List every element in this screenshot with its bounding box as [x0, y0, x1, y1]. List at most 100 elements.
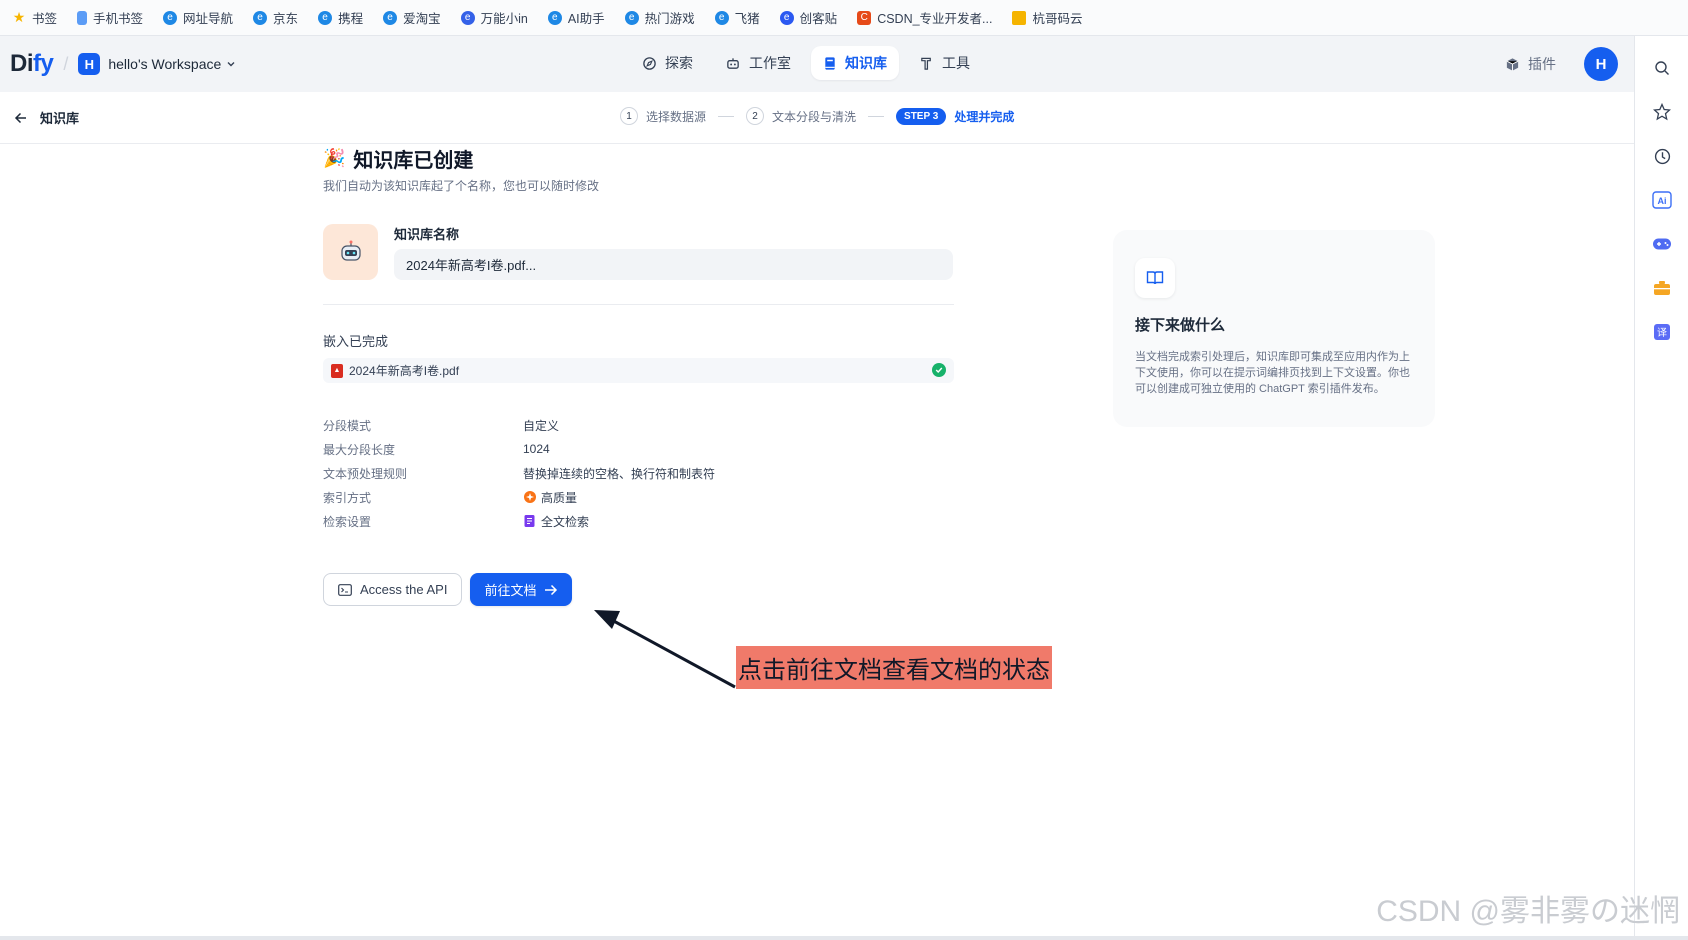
- setting-value: 替换掉连续的空格、换行符和制表符: [523, 466, 716, 481]
- gamepad-icon[interactable]: [1635, 222, 1688, 266]
- browser-e-icon: e: [547, 10, 562, 25]
- embedded-file-row: ▲ 2024年新高考I卷.pdf: [323, 358, 954, 383]
- knowledge-name-group: 知识库名称: [394, 224, 953, 280]
- bookmark-item[interactable]: e 爱淘宝: [383, 8, 441, 27]
- robot-icon: [727, 57, 739, 69]
- divider: /: [63, 53, 69, 74]
- top-navbar: Dify / H hello's Workspace 探索 工作室 知识库 工具: [0, 36, 1634, 92]
- nav-studio[interactable]: 工作室: [713, 46, 803, 80]
- step-indicator: 1 选择数据源 2 文本分段与清洗 STEP 3 处理并完成: [620, 107, 1014, 125]
- setting-value: 1024: [523, 442, 550, 456]
- page-subtitle: 我们自动为该知识库起了个名称，您也可以随时修改: [323, 179, 600, 193]
- plugins-button[interactable]: 插件: [1505, 54, 1556, 74]
- whats-next-description: 当文档完成索引处理后，知识库即可集成至应用内作为上下文使用，你可以在提示词编排页…: [1135, 351, 1410, 395]
- step-connector: [718, 115, 735, 117]
- setting-row: 文本预处理规则 替换掉连续的空格、换行符和制表符: [323, 461, 953, 485]
- workspace-switcher[interactable]: H hello's Workspace: [78, 53, 237, 75]
- step-label: 选择数据源: [646, 109, 707, 124]
- dify-logo[interactable]: Dify: [10, 50, 54, 78]
- bookmark-item[interactable]: e 创客贴: [779, 8, 837, 27]
- party-popper-icon: 🎉: [323, 148, 346, 168]
- page-title: 🎉 知识库已创建: [323, 148, 474, 172]
- process-settings: 分段模式 自定义 最大分段长度 1024 文本预处理规则 替换掉连续的空格、换行符和制表符…: [323, 413, 953, 533]
- browser-e-icon: e: [253, 10, 268, 25]
- book-icon: [825, 56, 835, 70]
- hammer-icon: [921, 57, 931, 70]
- user-avatar[interactable]: H: [1584, 47, 1618, 81]
- workspace-name: hello's Workspace: [108, 56, 222, 72]
- setting-value: 自定义: [523, 418, 560, 433]
- book-open-icon: [1135, 258, 1175, 298]
- search-icon[interactable]: [1635, 46, 1688, 90]
- back-to-knowledge[interactable]: 知识库: [14, 108, 79, 127]
- bookmark-item[interactable]: 手机书签: [77, 8, 143, 27]
- bookmark-item[interactable]: e 京东: [253, 8, 298, 27]
- clock-icon[interactable]: [1635, 134, 1688, 178]
- whats-next-card: 接下来做什么 当文档完成索引处理后，知识库即可集成至应用内作为上下文使用，你可以…: [1113, 230, 1435, 427]
- go-to-document-button[interactable]: 前往文档: [470, 573, 573, 606]
- setting-label: 文本预处理规则: [323, 466, 408, 481]
- star-icon: ★: [12, 9, 26, 25]
- bookmark-item[interactable]: e 网址导航: [163, 8, 233, 27]
- check-circle-icon: [932, 363, 946, 377]
- nav-knowledge[interactable]: 知识库: [811, 46, 899, 80]
- bookmark-item[interactable]: e 飞猪: [714, 8, 760, 27]
- file-name: 2024年新高考I卷.pdf: [349, 364, 460, 378]
- svg-text:译: 译: [1657, 327, 1667, 339]
- bookmark-item[interactable]: e 携程: [318, 8, 363, 27]
- knowledge-name-input[interactable]: [394, 249, 953, 280]
- browser-e-icon: e: [163, 10, 178, 25]
- browser-e-icon: e: [383, 10, 398, 25]
- workspace-avatar: H: [78, 53, 101, 75]
- browser-e-icon: e: [318, 10, 333, 25]
- setting-label: 检索设置: [323, 514, 372, 529]
- star-icon[interactable]: [1635, 90, 1688, 134]
- ai-icon[interactable]: Ai: [1635, 178, 1688, 222]
- bookmark-item[interactable]: e 热门游戏: [624, 8, 695, 27]
- step-connector: [868, 115, 885, 117]
- hex-icon: e: [779, 10, 794, 25]
- bookmark-item[interactable]: 杭哥码云: [1012, 8, 1083, 27]
- robot-icon: e: [460, 10, 475, 25]
- pdf-file-icon: ▲: [331, 363, 343, 378]
- folder-icon: [1012, 10, 1027, 25]
- arrow-right-icon: [545, 584, 558, 595]
- annotation-arrow: [594, 610, 736, 689]
- terminal-icon: [338, 583, 352, 596]
- divider: [323, 304, 954, 305]
- setting-value: 全文检索: [523, 513, 589, 530]
- embedding-status-title: 嵌入已完成: [323, 334, 389, 349]
- access-api-button[interactable]: Access the API: [323, 573, 463, 606]
- bookmark-item[interactable]: C CSDN_专业开发者...: [857, 8, 992, 27]
- watermark: CSDN @雾非雾の迷惘: [1376, 895, 1680, 928]
- active-step-label: 处理并完成: [954, 109, 1015, 124]
- compass-icon: [643, 56, 656, 70]
- setting-row: 最大分段长度 1024: [323, 437, 953, 461]
- setting-row: 索引方式 高质量: [323, 485, 953, 509]
- toolbox-icon[interactable]: [1635, 266, 1688, 310]
- knowledge-robot-icon[interactable]: [323, 224, 378, 280]
- translate-icon[interactable]: 译: [1635, 310, 1688, 354]
- top-right-actions: 插件 H: [1505, 47, 1618, 81]
- step-label: 文本分段与清洗: [772, 109, 857, 124]
- active-step-badge: STEP 3: [896, 107, 947, 125]
- dataset-create-header: 知识库 1 选择数据源 2 文本分段与清洗 STEP 3 处理并完成: [0, 92, 1634, 144]
- arrow-left-icon: [14, 112, 26, 123]
- setting-value: 高质量: [523, 489, 577, 506]
- csdn-icon: C: [857, 10, 872, 25]
- action-buttons: Access the API 前往文档: [323, 573, 953, 606]
- setting-label: 索引方式: [323, 490, 372, 505]
- knowledge-name-label: 知识库名称: [394, 227, 460, 242]
- nav-explore[interactable]: 探索: [630, 46, 705, 80]
- fulltext-icon: [523, 514, 537, 528]
- bookmark-item[interactable]: ★ 书签: [12, 8, 57, 27]
- nav-tools[interactable]: 工具: [907, 46, 982, 80]
- whats-next-title: 接下来做什么: [1135, 317, 1226, 334]
- svg-text:Ai: Ai: [1658, 196, 1667, 206]
- bookmark-item[interactable]: e 万能小in: [460, 8, 528, 27]
- window-bottom-border: [0, 936, 1688, 940]
- setting-row: 检索设置 全文检索: [323, 509, 953, 533]
- bookmark-item[interactable]: e AI助手: [547, 8, 605, 27]
- annotation-label: 点击前往文档查看文档的状态: [736, 646, 1052, 689]
- step-number: 2: [746, 107, 765, 125]
